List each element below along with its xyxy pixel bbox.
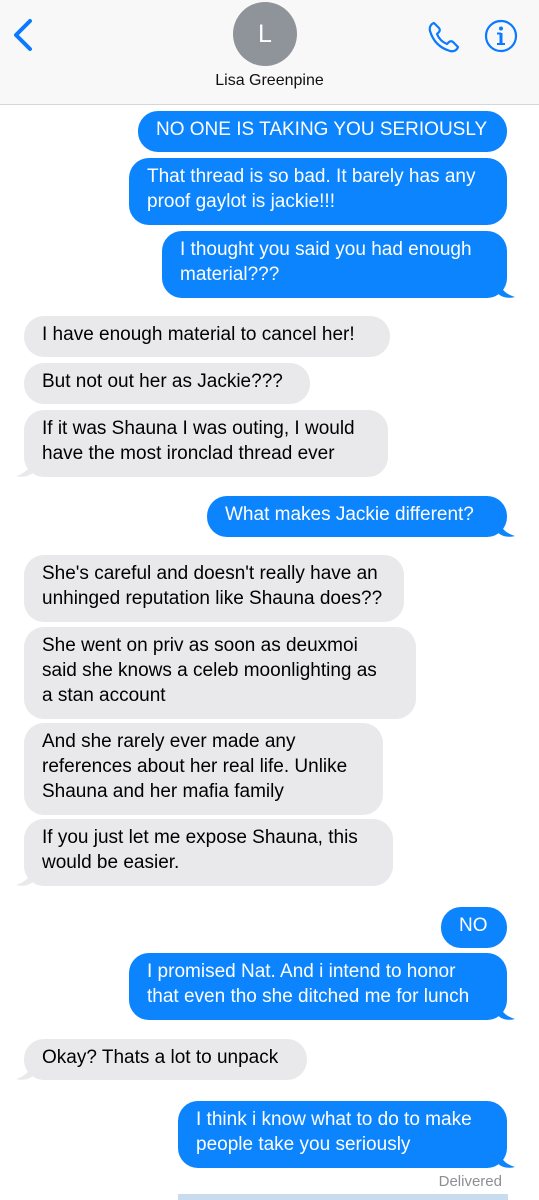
message-text-line: said she knows a celeb moonlighting as bbox=[42, 660, 377, 681]
sent-message-bubble[interactable]: I think i know what to do to make people … bbox=[178, 1101, 507, 1168]
conversation-header: L Lisa Greenpine bbox=[0, 0, 539, 105]
sent-message-bubble[interactable]: NO ONE IS TAKING YOU SERIOUSLY bbox=[138, 111, 507, 152]
message-text-line: What makes Jackie different? bbox=[225, 504, 474, 525]
sent-message-bubble[interactable]: I promised Nat. And i intend to honor tha… bbox=[129, 953, 507, 1020]
received-message-bubble[interactable]: And she rarely ever made any references a… bbox=[24, 723, 383, 815]
message-text-line: that even tho she ditched me for lunch bbox=[147, 986, 470, 1007]
message-text-line: a stan account bbox=[42, 685, 166, 706]
message-text-line: And she rarely ever made any bbox=[42, 731, 296, 752]
received-message-bubble[interactable]: If it was Shauna I was outing, I would ha… bbox=[24, 410, 388, 477]
cropped-content-strip bbox=[178, 1194, 508, 1200]
bubble-tail bbox=[16, 1060, 34, 1080]
message-text-line: If you just let me expose Shauna, this bbox=[42, 827, 358, 848]
contact-name[interactable]: Lisa Greenpine bbox=[0, 72, 539, 90]
message-text-line: Okay? Thats a lot to unpack bbox=[42, 1047, 279, 1068]
message-text-line: NO ONE IS TAKING YOU SERIOUSLY bbox=[156, 119, 488, 140]
message-text-line: That thread is so bad. It barely has any bbox=[147, 166, 476, 187]
back-chevron-icon[interactable] bbox=[10, 18, 38, 52]
bubble-tail bbox=[16, 457, 34, 477]
sent-message-bubble[interactable]: That thread is so bad. It barely has any… bbox=[129, 158, 507, 225]
bubble-tail bbox=[497, 1148, 515, 1168]
message-text-line: NO bbox=[459, 915, 488, 936]
sent-message-bubble[interactable]: I thought you said you had enough materia… bbox=[162, 231, 507, 298]
message-text-line: Shauna and her mafia family bbox=[42, 781, 284, 802]
bubble-tail bbox=[497, 517, 515, 537]
info-icon[interactable] bbox=[484, 19, 518, 53]
message-text-line: people take you seriously bbox=[196, 1134, 411, 1155]
phone-icon[interactable] bbox=[426, 19, 462, 55]
message-text-line: I have enough material to cancel her! bbox=[42, 324, 355, 345]
bubble-tail bbox=[497, 278, 515, 298]
received-message-bubble[interactable]: But not out her as Jackie??? bbox=[24, 363, 310, 404]
message-text-line: would be easier. bbox=[42, 852, 180, 873]
delivered-status: Delivered bbox=[438, 1173, 502, 1190]
message-text-line: I promised Nat. And i intend to honor bbox=[147, 961, 456, 982]
received-message-bubble[interactable]: She went on priv as soon as deuxmoi said … bbox=[24, 627, 416, 719]
contact-avatar[interactable]: L bbox=[233, 2, 297, 66]
received-message-bubble[interactable]: She's careful and doesn't really have an… bbox=[24, 555, 404, 622]
received-message-bubble[interactable]: If you just let me expose Shauna, this wo… bbox=[24, 819, 393, 886]
bubble-tail bbox=[16, 866, 34, 886]
received-message-bubble[interactable]: I have enough material to cancel her! bbox=[24, 316, 390, 357]
message-text-line: She's careful and doesn't really have an bbox=[42, 563, 378, 584]
message-text-line: I thought you said you had enough bbox=[180, 239, 472, 260]
sent-message-bubble[interactable]: What makes Jackie different? bbox=[207, 496, 507, 537]
message-text-line: She went on priv as soon as deuxmoi bbox=[42, 635, 358, 656]
message-text-line: have the most ironclad thread ever bbox=[42, 443, 335, 464]
sent-message-bubble[interactable]: NO bbox=[441, 907, 507, 948]
message-text-line: I think i know what to do to make bbox=[196, 1109, 472, 1130]
message-text-line: If it was Shauna I was outing, I would bbox=[42, 418, 355, 439]
message-text-line: But not out her as Jackie??? bbox=[42, 371, 283, 392]
message-text-line: unhinged reputation like Shauna does?? bbox=[42, 588, 383, 609]
received-message-bubble[interactable]: Okay? Thats a lot to unpack bbox=[24, 1039, 307, 1080]
bubble-tail bbox=[497, 1000, 515, 1020]
message-text-line: material??? bbox=[180, 264, 280, 285]
message-text-line: references about her real life. Unlike bbox=[42, 756, 348, 777]
message-text-line: proof gaylot is jackie!!! bbox=[147, 191, 335, 212]
